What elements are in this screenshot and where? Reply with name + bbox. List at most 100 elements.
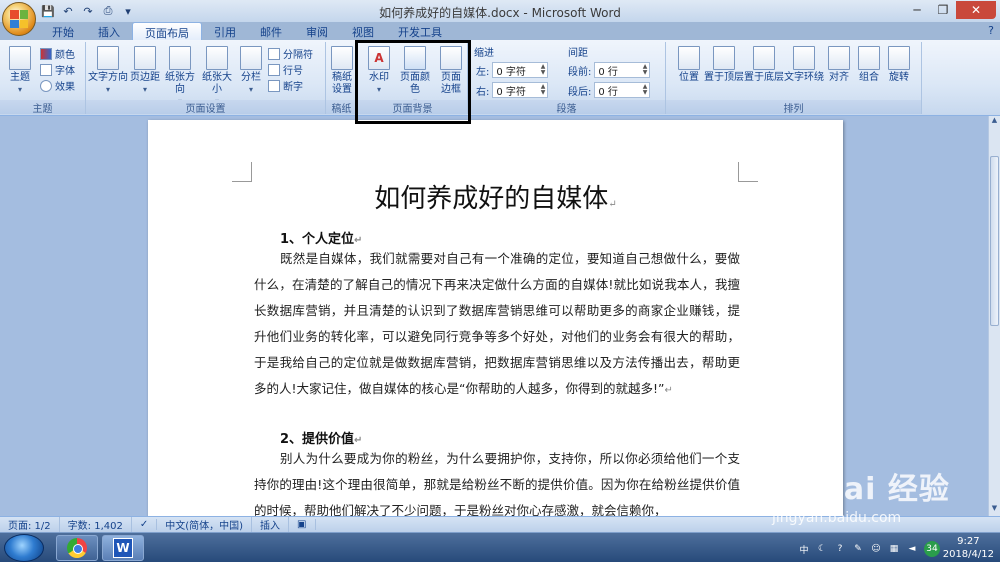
group-arrange: 位置 置于顶层 置于底层 文字环绕 对齐 组合 旋转 排列 (666, 42, 922, 115)
section-heading: 2、提供价值↵ (280, 432, 363, 447)
status-page[interactable]: 页面: 1/2 (0, 517, 60, 532)
rotate-icon (888, 46, 910, 70)
paper-size-icon (206, 46, 228, 70)
indent-left-label: 左: (476, 66, 490, 78)
status-language[interactable]: 中文(简体，中国) (157, 517, 253, 532)
tab-page-layout[interactable]: 页面布局 (132, 22, 202, 40)
align-button[interactable]: 对齐 (824, 44, 854, 84)
theme-fonts-button[interactable]: 字体 (40, 62, 75, 77)
group-label-paragraph: 段落 (468, 100, 665, 115)
group-paragraph: 缩进 间距 左: 0 字符 ▲ ▼ 右: 0 字符 ▲ ▼ 段前: 0 行 ▲ ▼ 段后: … (468, 42, 666, 115)
spacing-after-label: 段后: (568, 86, 592, 98)
theme-button[interactable]: 主题 ▾ (2, 44, 38, 96)
send-to-back-icon (753, 46, 775, 70)
system-clock[interactable]: 9:27 2018/4/12 (943, 535, 994, 561)
user-icon[interactable]: ☺ (870, 543, 882, 555)
send-to-back-button[interactable]: 置于底层 (744, 44, 784, 84)
group-objects-button[interactable]: 组合 (854, 44, 884, 84)
indent-right-row: 右: 0 字符 ▲ ▼ (476, 82, 549, 98)
position-button[interactable]: 位置 (674, 44, 704, 84)
breaks-button[interactable]: 分隔符 (268, 46, 313, 61)
status-bar: 页面: 1/2 字数: 1,402 ✓ 中文(简体，中国) 插入 ▣ (0, 516, 1000, 532)
section-heading: 1、个人定位↵ (280, 232, 363, 247)
spacing-after-row: 段后: 0 行 ▲ ▼ (568, 82, 651, 98)
indent-left-row: 左: 0 字符 ▲ ▼ (476, 62, 549, 78)
office-button[interactable] (2, 2, 36, 36)
indent-left-input[interactable]: 0 字符 ▲ ▼ (492, 62, 549, 78)
scroll-down-arrow[interactable]: ▼ (989, 504, 1000, 516)
maximize-button[interactable]: ❐ (930, 1, 956, 19)
indent-right-input[interactable]: 0 字符 ▲ ▼ (492, 82, 549, 98)
scroll-up-arrow[interactable]: ▲ (989, 116, 1000, 128)
status-word-count[interactable]: 字数: 1,402 (60, 517, 132, 532)
help-icon[interactable]: ? (988, 24, 994, 37)
indent-right-label: 右: (476, 86, 490, 98)
document-title: 如何养成好的自媒体↵ (374, 184, 617, 214)
network-icon[interactable]: ▦ (888, 543, 900, 555)
spacing-before-input[interactable]: 0 行 ▲ ▼ (594, 62, 651, 78)
tray-badge[interactable]: 34 (924, 541, 940, 557)
taskbar: W 中 ☾ ? ✎ ☺ ▦ ◄ 34 9:27 2018/4/12 (0, 532, 1000, 562)
ime-moon-icon[interactable]: ☾ (816, 543, 828, 555)
spacing-before-row: 段前: 0 行 ▲ ▼ (568, 62, 651, 78)
group-label-arrange: 排列 (666, 100, 921, 115)
window-title: 如何养成好的自媒体.docx - Microsoft Word (379, 6, 621, 20)
bring-to-front-button[interactable]: 置于顶层 (704, 44, 744, 84)
group-theme: 主题 ▾ 颜色 字体 效果 主题 (0, 42, 86, 115)
text-direction-button[interactable]: 文字方向 ▾ (88, 44, 128, 96)
tab-view[interactable]: 视图 (340, 22, 386, 40)
tab-mailings[interactable]: 邮件 (248, 22, 294, 40)
size-button[interactable]: 纸张大小 ▾ (198, 44, 236, 108)
tab-developer[interactable]: 开发工具 (386, 22, 454, 40)
tab-references[interactable]: 引用 (202, 22, 248, 40)
margins-button[interactable]: 页边距 ▾ (128, 44, 162, 96)
colors-icon (40, 47, 52, 60)
macro-record-icon[interactable]: ▣ (289, 519, 316, 530)
status-insert-mode[interactable]: 插入 (252, 517, 290, 532)
tool-icon[interactable]: ✎ (852, 543, 864, 555)
line-numbers-icon (268, 63, 280, 76)
spell-check-icon[interactable]: ✓ (132, 519, 158, 530)
close-button[interactable]: ✕ (956, 1, 996, 19)
window-controls: ─ ❐ ✕ (904, 1, 996, 19)
start-button[interactable] (4, 534, 44, 562)
group-label-theme: 主题 (0, 100, 85, 115)
ime-indicator[interactable]: 中 (798, 543, 810, 556)
effects-icon (40, 79, 52, 92)
align-icon (828, 46, 850, 70)
margins-icon (134, 46, 156, 70)
group-draft: 稿纸 设置 稿纸 (326, 42, 358, 115)
theme-colors-button[interactable]: 颜色 (40, 46, 75, 61)
taskbar-chrome[interactable] (56, 535, 98, 561)
chrome-icon (67, 538, 87, 558)
document-area: 如何养成好的自媒体↵ 1、个人定位↵ 既然是自媒体，我们就需要对自己有一个准确的… (0, 116, 988, 516)
line-numbers-button[interactable]: 行号 (268, 62, 303, 77)
vertical-scrollbar[interactable]: ▲ ▼ (988, 116, 1000, 516)
section-body: 别人为什么要成为你的粉丝，为什么要拥护你，支持你，所以你必须给他们一个支持你的理… (254, 451, 740, 516)
draft-paper-icon (331, 46, 353, 70)
help-tray-icon[interactable]: ? (834, 543, 846, 555)
rotate-button[interactable]: 旋转 (884, 44, 914, 84)
hyphenation-button[interactable]: 断字 (268, 78, 303, 93)
theme-effects-button[interactable]: 效果 (40, 78, 75, 93)
spacing-after-input[interactable]: 0 行 ▲ ▼ (594, 82, 651, 98)
tab-insert[interactable]: 插入 (86, 22, 132, 40)
text-wrap-button[interactable]: 文字环绕 (784, 44, 824, 84)
columns-button[interactable]: 分栏 ▾ (236, 44, 266, 96)
orientation-icon (169, 46, 191, 70)
volume-icon[interactable]: ◄ (906, 543, 918, 555)
group-page-setup: 文字方向 ▾ 页边距 ▾ 纸张方向 ▾ 纸张大小 ▾ 分栏 ▾ 分隔符 (86, 42, 326, 115)
tab-review[interactable]: 审阅 (294, 22, 340, 40)
ribbon: 主题 ▾ 颜色 字体 效果 主题 文字方向 ▾ 页边距 ▾ 纸张方向 纸张大小 … (0, 40, 1000, 116)
tab-home[interactable]: 开始 (40, 22, 86, 40)
breaks-icon (268, 47, 280, 60)
scrollbar-thumb[interactable] (990, 156, 999, 326)
minimize-button[interactable]: ─ (904, 1, 930, 19)
orientation-button[interactable]: 纸张方向 ▾ (162, 44, 198, 108)
draft-settings-button[interactable]: 稿纸 设置 (326, 44, 358, 96)
document-page[interactable]: 如何养成好的自媒体↵ 1、个人定位↵ 既然是自媒体，我们就需要对自己有一个准确的… (148, 120, 843, 516)
section-body: 既然是自媒体，我们就需要对自己有一个准确的定位，要知道自己想做什么，要做什么，在… (254, 251, 740, 396)
theme-icon (9, 46, 31, 70)
taskbar-word[interactable]: W (102, 535, 144, 561)
position-icon (678, 46, 700, 70)
